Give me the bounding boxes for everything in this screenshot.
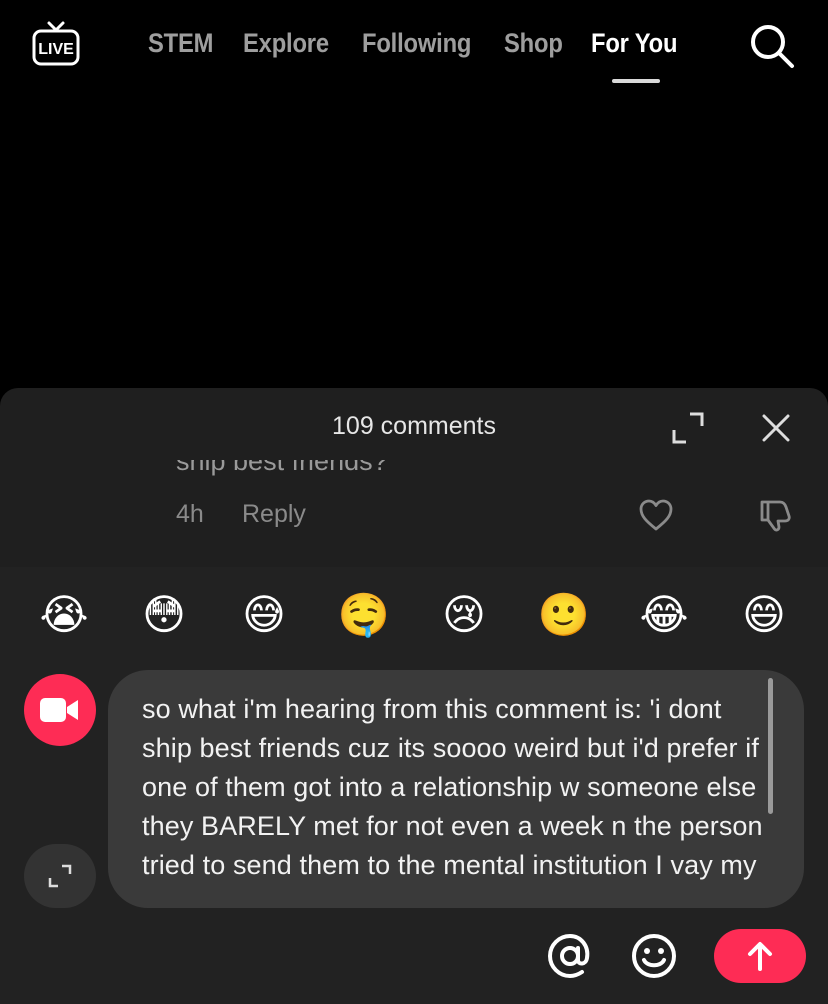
quick-emoji[interactable]: 🙂 — [536, 587, 592, 643]
comment-input-text[interactable]: so what i'm hearing from this comment is… — [142, 690, 770, 885]
comments-sheet: 109 comments ship best friends? 4h Reply — [0, 388, 828, 1004]
comment-list: ship best friends? 4h Reply — [0, 460, 828, 568]
heart-icon[interactable] — [638, 498, 674, 532]
input-scrollbar[interactable] — [768, 678, 773, 814]
quick-emoji[interactable]: 😂 — [636, 587, 692, 643]
tab-following[interactable]: Following — [362, 28, 471, 59]
comments-header: 109 comments — [0, 388, 828, 468]
smiley-icon — [632, 934, 676, 978]
live-icon[interactable]: LIVE — [30, 20, 82, 68]
thumbs-down-icon[interactable] — [756, 496, 794, 534]
comment-input[interactable]: so what i'm hearing from this comment is… — [108, 670, 804, 908]
tab-stem[interactable]: STEM — [148, 28, 213, 59]
close-icon[interactable] — [758, 410, 794, 446]
tab-explore[interactable]: Explore — [243, 28, 329, 59]
tab-for-you[interactable]: For You — [591, 28, 678, 59]
quick-emoji[interactable]: 😭 — [36, 587, 92, 643]
live-label: LIVE — [38, 41, 74, 58]
reply-button[interactable]: Reply — [242, 500, 306, 529]
quick-emoji[interactable]: 🤤 — [336, 587, 392, 643]
video-reply-button[interactable] — [24, 674, 96, 746]
quick-emoji[interactable]: 😢 — [436, 587, 492, 643]
expand-input-button[interactable] — [24, 844, 96, 908]
quick-emoji[interactable]: 😅 — [236, 587, 292, 643]
search-icon[interactable] — [748, 22, 796, 70]
mention-button[interactable] — [546, 932, 594, 980]
comment-timestamp: 4h — [176, 500, 204, 528]
quick-emoji[interactable]: 😳 — [136, 587, 192, 643]
quick-emoji-row: 😭 😳 😅 🤤 😢 🙂 😂 😄 — [0, 587, 828, 647]
active-tab-indicator — [612, 79, 660, 83]
arrow-up-icon — [748, 942, 772, 971]
tab-shop[interactable]: Shop — [504, 28, 563, 59]
comment-text: ship best friends? — [176, 460, 388, 476]
at-sign-icon — [547, 933, 590, 979]
send-button[interactable] — [714, 929, 806, 983]
quick-emoji[interactable]: 😄 — [736, 587, 792, 643]
video-camera-icon — [40, 698, 78, 722]
top-navigation: LIVE STEM Explore Following Shop For You — [0, 0, 828, 100]
comment-composer: 😭 😳 😅 🤤 😢 🙂 😂 😄 so what i'm hearing from… — [0, 567, 828, 1004]
emoji-picker-button[interactable] — [630, 932, 678, 980]
expand-icon[interactable] — [670, 410, 706, 446]
expand-arrows-icon — [48, 864, 72, 888]
